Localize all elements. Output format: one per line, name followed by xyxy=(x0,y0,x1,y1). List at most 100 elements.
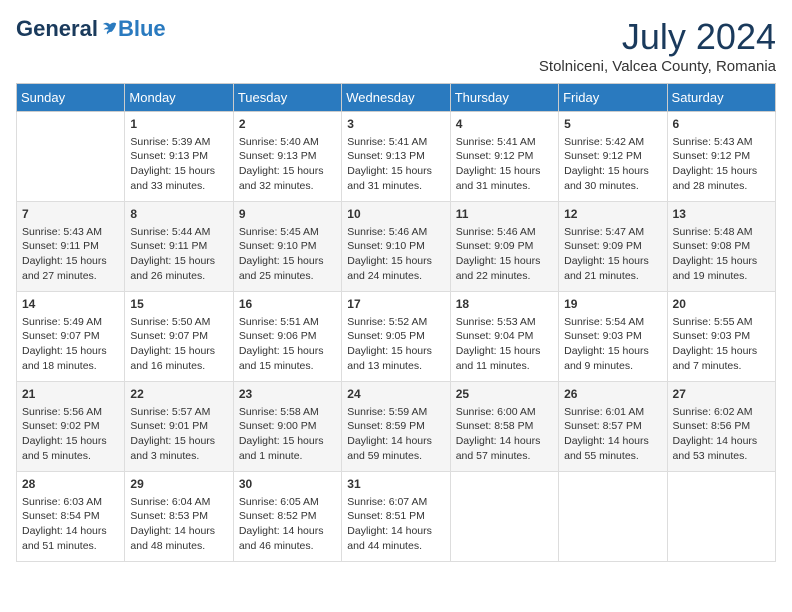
calendar-day-cell: 5Sunrise: 5:42 AM Sunset: 9:12 PM Daylig… xyxy=(559,112,667,202)
calendar-day-cell: 16 Sunrise: 5:51 AM Sunset: 9:06 PM Dayli… xyxy=(233,292,341,382)
calendar-day-cell: 18 Sunrise: 5:53 AM Sunset: 9:04 PM Dayli… xyxy=(450,292,558,382)
weekday-header: Wednesday xyxy=(342,84,450,112)
calendar-day-cell: 28Sunrise: 6:03 AM Sunset: 8:54 PM Dayli… xyxy=(17,472,125,562)
calendar-day-cell: 20 Sunrise: 5:55 AM Sunset: 9:03 PM Dayli… xyxy=(667,292,775,382)
day-info: Sunrise: 5:53 AM Sunset: 9:04 PM Dayligh… xyxy=(456,315,553,374)
calendar-day-cell: 19 Sunrise: 5:54 AM Sunset: 9:03 PM Dayli… xyxy=(559,292,667,382)
calendar-day-cell: 25Sunrise: 6:00 AM Sunset: 8:58 PM Dayli… xyxy=(450,382,558,472)
calendar-table: SundayMondayTuesdayWednesdayThursdayFrid… xyxy=(16,83,776,562)
day-info: Sunrise: 5:41 AM Sunset: 9:13 PM Dayligh… xyxy=(347,135,444,194)
day-number: 10 xyxy=(347,206,444,223)
calendar-day-cell: 29 Sunrise: 6:04 AM Sunset: 8:53 PM Dayli… xyxy=(125,472,233,562)
calendar-day-cell xyxy=(559,472,667,562)
calendar-day-cell: 31 Sunrise: 6:07 AM Sunset: 8:51 PM Dayli… xyxy=(342,472,450,562)
day-info: Sunrise: 6:05 AM Sunset: 8:52 PM Dayligh… xyxy=(239,495,336,554)
day-info: Sunrise: 6:07 AM Sunset: 8:51 PM Dayligh… xyxy=(347,495,444,554)
calendar-day-cell: 3Sunrise: 5:41 AM Sunset: 9:13 PM Daylig… xyxy=(342,112,450,202)
calendar-day-cell: 21Sunrise: 5:56 AM Sunset: 9:02 PM Dayli… xyxy=(17,382,125,472)
calendar-day-cell: 30 Sunrise: 6:05 AM Sunset: 8:52 PM Dayli… xyxy=(233,472,341,562)
calendar-day-cell: 13Sunrise: 5:48 AM Sunset: 9:08 PM Dayli… xyxy=(667,202,775,292)
day-info: Sunrise: 5:40 AM Sunset: 9:13 PM Dayligh… xyxy=(239,135,336,194)
day-info: Sunrise: 5:44 AM Sunset: 9:11 PM Dayligh… xyxy=(130,225,227,284)
day-info: Sunrise: 5:46 AM Sunset: 9:10 PM Dayligh… xyxy=(347,225,444,284)
day-number: 28 xyxy=(22,476,119,493)
day-number: 21 xyxy=(22,386,119,403)
day-number: 2 xyxy=(239,116,336,133)
calendar-day-cell: 8 Sunrise: 5:44 AM Sunset: 9:11 PM Daylig… xyxy=(125,202,233,292)
day-info: Sunrise: 5:52 AM Sunset: 9:05 PM Dayligh… xyxy=(347,315,444,374)
day-number: 11 xyxy=(456,206,553,223)
calendar-day-cell: 1 Sunrise: 5:39 AM Sunset: 9:13 PM Daylig… xyxy=(125,112,233,202)
calendar-day-cell: 7 Sunrise: 5:43 AM Sunset: 9:11 PM Daylig… xyxy=(17,202,125,292)
day-number: 22 xyxy=(130,386,227,403)
day-number: 5 xyxy=(564,116,661,133)
day-number: 26 xyxy=(564,386,661,403)
calendar-day-cell: 15 Sunrise: 5:50 AM Sunset: 9:07 PM Dayli… xyxy=(125,292,233,382)
day-number: 18 xyxy=(456,296,553,313)
calendar-day-cell xyxy=(667,472,775,562)
day-info: Sunrise: 5:50 AM Sunset: 9:07 PM Dayligh… xyxy=(130,315,227,374)
day-number: 17 xyxy=(347,296,444,313)
day-number: 24 xyxy=(347,386,444,403)
weekday-header: Monday xyxy=(125,84,233,112)
day-info: Sunrise: 5:51 AM Sunset: 9:06 PM Dayligh… xyxy=(239,315,336,374)
calendar-week-row: 1 Sunrise: 5:39 AM Sunset: 9:13 PM Daylig… xyxy=(17,112,776,202)
calendar-day-cell: 26 Sunrise: 6:01 AM Sunset: 8:57 PM Dayli… xyxy=(559,382,667,472)
title-block: July 2024 Stolniceni, Valcea County, Rom… xyxy=(539,16,776,75)
weekday-header: Sunday xyxy=(17,84,125,112)
day-number: 20 xyxy=(673,296,770,313)
weekday-header: Friday xyxy=(559,84,667,112)
day-info: Sunrise: 5:55 AM Sunset: 9:03 PM Dayligh… xyxy=(673,315,770,374)
day-number: 4 xyxy=(456,116,553,133)
calendar-day-cell: 12Sunrise: 5:47 AM Sunset: 9:09 PM Dayli… xyxy=(559,202,667,292)
day-info: Sunrise: 6:00 AM Sunset: 8:58 PM Dayligh… xyxy=(456,405,553,464)
logo-bird-icon xyxy=(100,20,118,38)
calendar-day-cell: 24 Sunrise: 5:59 AM Sunset: 8:59 PM Dayli… xyxy=(342,382,450,472)
weekday-header: Thursday xyxy=(450,84,558,112)
day-number: 19 xyxy=(564,296,661,313)
calendar-day-cell: 27 Sunrise: 6:02 AM Sunset: 8:56 PM Dayli… xyxy=(667,382,775,472)
day-info: Sunrise: 5:43 AM Sunset: 9:12 PM Dayligh… xyxy=(673,135,770,194)
day-info: Sunrise: 5:46 AM Sunset: 9:09 PM Dayligh… xyxy=(456,225,553,284)
day-info: Sunrise: 6:02 AM Sunset: 8:56 PM Dayligh… xyxy=(673,405,770,464)
day-number: 16 xyxy=(239,296,336,313)
calendar-day-cell: 23Sunrise: 5:58 AM Sunset: 9:00 PM Dayli… xyxy=(233,382,341,472)
day-info: Sunrise: 5:47 AM Sunset: 9:09 PM Dayligh… xyxy=(564,225,661,284)
day-number: 7 xyxy=(22,206,119,223)
day-number: 15 xyxy=(130,296,227,313)
day-number: 1 xyxy=(130,116,227,133)
day-info: Sunrise: 5:41 AM Sunset: 9:12 PM Dayligh… xyxy=(456,135,553,194)
day-number: 6 xyxy=(673,116,770,133)
day-info: Sunrise: 5:57 AM Sunset: 9:01 PM Dayligh… xyxy=(130,405,227,464)
day-info: Sunrise: 5:45 AM Sunset: 9:10 PM Dayligh… xyxy=(239,225,336,284)
day-number: 29 xyxy=(130,476,227,493)
calendar-day-cell: 10 Sunrise: 5:46 AM Sunset: 9:10 PM Dayli… xyxy=(342,202,450,292)
day-number: 13 xyxy=(673,206,770,223)
day-number: 14 xyxy=(22,296,119,313)
day-info: Sunrise: 5:59 AM Sunset: 8:59 PM Dayligh… xyxy=(347,405,444,464)
calendar-week-row: 21Sunrise: 5:56 AM Sunset: 9:02 PM Dayli… xyxy=(17,382,776,472)
logo-general-text: General xyxy=(16,16,98,42)
day-info: Sunrise: 6:01 AM Sunset: 8:57 PM Dayligh… xyxy=(564,405,661,464)
day-info: Sunrise: 6:04 AM Sunset: 8:53 PM Dayligh… xyxy=(130,495,227,554)
day-number: 27 xyxy=(673,386,770,403)
calendar-day-cell: 17 Sunrise: 5:52 AM Sunset: 9:05 PM Dayli… xyxy=(342,292,450,382)
day-number: 23 xyxy=(239,386,336,403)
day-number: 8 xyxy=(130,206,227,223)
logo: General Blue xyxy=(16,16,166,42)
calendar-week-row: 14Sunrise: 5:49 AM Sunset: 9:07 PM Dayli… xyxy=(17,292,776,382)
weekday-header: Saturday xyxy=(667,84,775,112)
month-title: July 2024 xyxy=(539,16,776,58)
day-number: 30 xyxy=(239,476,336,493)
day-number: 9 xyxy=(239,206,336,223)
day-info: Sunrise: 5:39 AM Sunset: 9:13 PM Dayligh… xyxy=(130,135,227,194)
calendar-day-cell xyxy=(17,112,125,202)
weekday-header: Tuesday xyxy=(233,84,341,112)
page-header: General Blue July 2024 Stolniceni, Valce… xyxy=(16,16,776,75)
calendar-week-row: 7 Sunrise: 5:43 AM Sunset: 9:11 PM Daylig… xyxy=(17,202,776,292)
calendar-day-cell xyxy=(450,472,558,562)
calendar-week-row: 28Sunrise: 6:03 AM Sunset: 8:54 PM Dayli… xyxy=(17,472,776,562)
day-info: Sunrise: 5:54 AM Sunset: 9:03 PM Dayligh… xyxy=(564,315,661,374)
day-info: Sunrise: 5:43 AM Sunset: 9:11 PM Dayligh… xyxy=(22,225,119,284)
day-number: 31 xyxy=(347,476,444,493)
